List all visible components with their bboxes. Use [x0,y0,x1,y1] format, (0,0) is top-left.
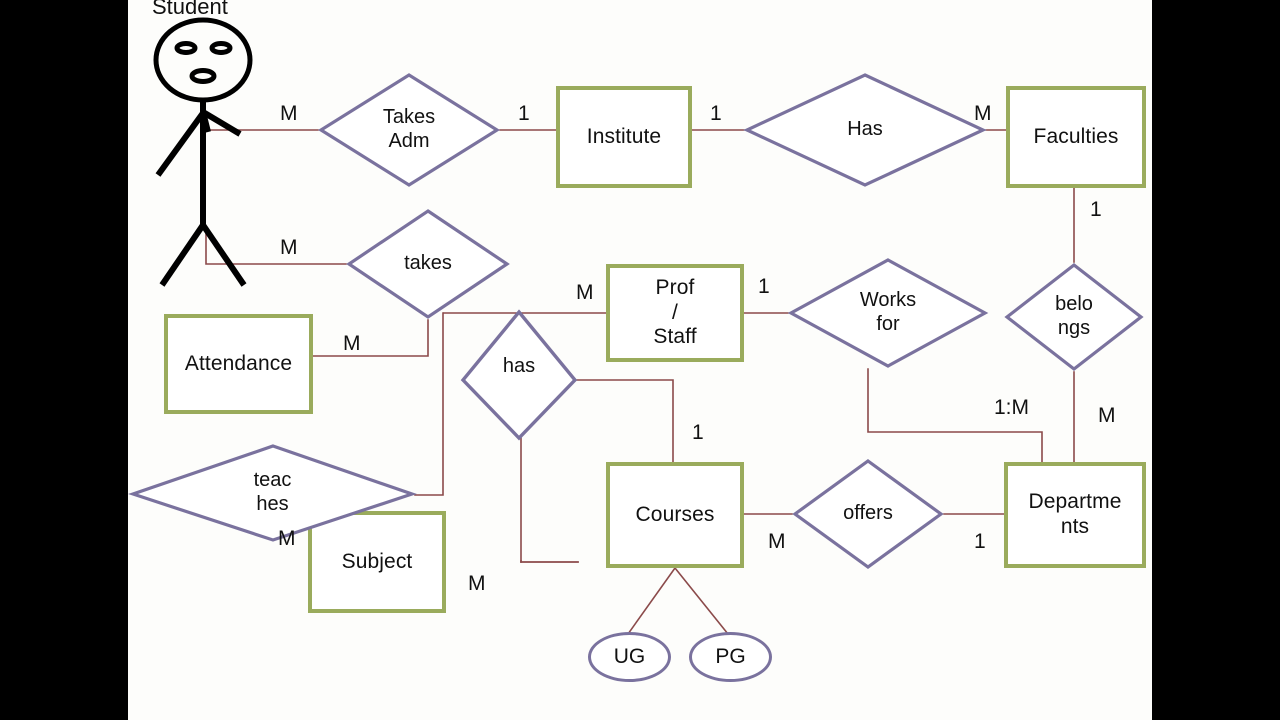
actor-left-leg-icon [159,223,206,287]
entity-subject-label: Subject [341,549,413,573]
attribute-pg[interactable]: PG [689,632,772,682]
takes-adm-diamond-icon [317,73,501,187]
letterbox-right [1152,0,1280,720]
cardinality-has-courses: 1 [692,421,704,444]
student-actor-figure [153,17,253,287]
relationship-offers[interactable]: offers [792,458,944,570]
entity-institute[interactable]: Institute [556,86,692,188]
attribute-ug-label: UG [613,645,646,668]
relationship-takes[interactable]: takes [346,208,510,320]
cardinality-takesadm-institute: 1 [518,102,530,125]
works-for-diamond-icon [787,258,989,368]
cardinality-profstaff-worksfor: 1 [758,275,770,298]
wire-subject-stub [520,560,579,563]
attribute-pg-label: PG [715,645,746,668]
offers-diamond-icon [792,459,944,569]
has-top-diamond-icon [743,73,987,187]
attribute-ug[interactable]: UG [588,632,671,682]
cardinality-takes-profstaff: M [576,281,594,304]
entity-faculties-label: Faculties [1033,124,1119,148]
entity-attendance-label: Attendance [184,351,293,375]
actor-mouth-icon [189,68,217,84]
wire-student-takes [205,227,347,265]
entity-attendance[interactable]: Attendance [164,314,313,414]
entity-faculties[interactable]: Faculties [1006,86,1146,188]
cardinality-worksfor-departments: 1:M [994,396,1030,419]
actor-right-eye-icon [209,41,233,55]
entity-courses-label: Courses [635,502,715,526]
wire-teaches-to-takes-junction [414,312,444,496]
cardinality-has-faculties: M [974,102,992,125]
cardinality-courses-offers: M [768,530,786,553]
actor-right-upperarm-icon [200,112,209,132]
teaches-diamond-icon [128,444,417,542]
cardinality-teaches-subject: M [278,527,296,550]
wire-has-courses [576,379,674,463]
relationship-belongs[interactable]: belo ngs [1004,262,1144,372]
page-title: Student [152,0,228,19]
cardinality-has-subject: M [468,572,486,595]
cardinality-belongs-departments: M [1098,404,1116,427]
belongs-diamond-icon [1004,262,1144,372]
actor-left-eye-icon [174,41,198,55]
relationship-takes-adm[interactable]: Takes Adm [317,72,501,188]
actor-right-arm-a-icon [200,112,210,132]
has-mid-diamond-icon [460,309,578,441]
actor-head-icon [153,17,253,103]
relationship-works-for[interactable]: Works for [787,257,989,369]
relationship-has-top[interactable]: Has [743,72,987,188]
wire-takes-attendance [312,319,429,357]
cardinality-institute-has: 1 [710,102,722,125]
wire-courses-pg [673,566,730,636]
screen-root: Student Institute Faculties Prof / Staff… [0,0,1280,720]
actor-right-leg-icon [200,223,247,287]
entity-departments[interactable]: Departme nts [1004,462,1146,568]
entity-departments-label: Departme nts [1028,490,1122,538]
er-diagram-canvas: Student Institute Faculties Prof / Staff… [128,0,1152,720]
entity-prof-staff-label: Prof / Staff [653,275,697,349]
letterbox-left [0,0,128,720]
relationship-has-mid[interactable]: has [460,309,578,441]
entity-prof-staff[interactable]: Prof / Staff [606,264,744,362]
cardinality-takes-attendance: M [343,332,361,355]
actor-left-arm-icon [155,111,206,177]
wire-courses-ug [626,566,677,636]
cardinality-student-takesadm: M [280,102,298,125]
cardinality-faculties-belongs: 1 [1090,198,1102,221]
cardinality-student-takes: M [280,236,298,259]
entity-institute-label: Institute [586,124,662,148]
actor-arm-anchor-icon [200,111,207,118]
entity-courses[interactable]: Courses [606,462,744,568]
cardinality-offers-departments: 1 [974,530,986,553]
takes-diamond-icon [346,209,510,319]
actor-right-arm-icon [200,111,211,133]
relationship-teaches[interactable]: teac hes [128,443,417,543]
actor-right-forearm-icon [201,109,242,137]
